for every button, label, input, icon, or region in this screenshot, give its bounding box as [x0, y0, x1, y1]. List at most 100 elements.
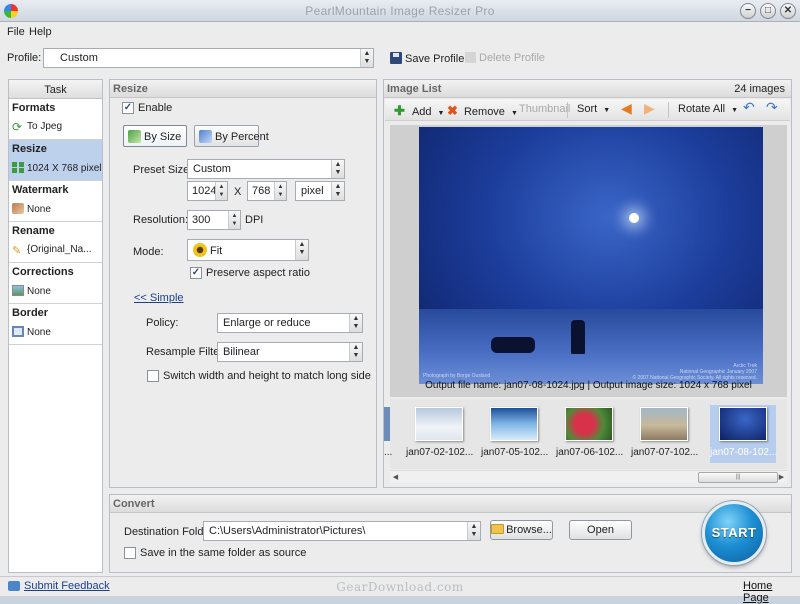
move-right-arrow-icon[interactable]: ▶: [644, 100, 655, 117]
height-spinner[interactable]: 768 ▲ ▼: [247, 181, 287, 201]
enable-checkbox[interactable]: ✓: [122, 102, 134, 114]
task-value-wrap: None: [12, 203, 51, 215]
home-page-link[interactable]: Home Page: [743, 580, 800, 604]
add-label: Add: [411, 106, 432, 118]
rotate-all-label: Rotate All: [678, 103, 726, 115]
image-list-title: Image List: [387, 83, 442, 95]
dropdown-arrow-icon: ▼: [603, 107, 611, 114]
thumbnail-partial[interactable]: ...: [384, 405, 396, 463]
window-title: PearlMountain Image Resizer Pro: [305, 4, 495, 18]
resample-filter-select[interactable]: Bilinear ▲ ▼: [217, 342, 363, 362]
thumbnail-caption: jan07-07-102...: [631, 447, 699, 458]
profile-value: Custom: [60, 52, 98, 64]
resolution-value: 300: [192, 214, 211, 226]
preset-size-value: Custom: [193, 163, 231, 175]
spinner-arrows-icon: ▲ ▼: [215, 182, 227, 200]
chevron-updown-icon: ▲ ▼: [349, 343, 362, 361]
thumbnail-strip: ... jan07-02-102... jan07-05-102... jan0…: [384, 399, 787, 469]
thumbnail-scrollbar[interactable]: ◀ ||| ▶: [390, 470, 787, 483]
delete-profile-label: Delete Profile: [479, 52, 546, 64]
close-button[interactable]: ✕: [780, 3, 796, 19]
scroll-thumb[interactable]: |||: [698, 472, 778, 483]
task-item-corrections[interactable]: Corrections None: [9, 263, 102, 304]
preserve-aspect-checkbox[interactable]: ✓: [190, 267, 202, 279]
dropdown-arrow-icon: ▼: [510, 110, 518, 117]
task-header: Task: [9, 80, 102, 99]
toolbar-separator: [668, 102, 669, 118]
toolbar-separator: [567, 102, 568, 118]
start-button[interactable]: START: [702, 501, 766, 565]
scroll-left-icon[interactable]: ◀: [390, 472, 401, 483]
spinner-arrows-icon: ▲ ▼: [274, 182, 286, 200]
same-folder-checkbox[interactable]: [124, 547, 136, 559]
width-spinner[interactable]: 1024 ▲ ▼: [187, 181, 228, 201]
task-item-formats[interactable]: Formats ⟳ To Jpeg: [9, 99, 102, 140]
delete-profile-button[interactable]: Delete Profile: [465, 52, 545, 64]
image-preview: Photograph by Borge Ousland Arctic Trek …: [390, 125, 787, 397]
open-button[interactable]: Open: [569, 520, 632, 540]
save-profile-button[interactable]: Save Profile: [390, 52, 464, 65]
menu-bar: File Help: [0, 23, 800, 41]
thumbnail-image: [565, 407, 613, 441]
add-button[interactable]: ✚ Add ▼: [394, 103, 444, 119]
sort-button[interactable]: Sort ▼: [577, 103, 610, 115]
move-left-arrow-icon[interactable]: ◀: [621, 100, 632, 117]
convert-icon: ⟳: [12, 120, 23, 134]
mode-select[interactable]: Fit ▲ ▼: [187, 239, 309, 261]
preset-size-select[interactable]: Custom ▲ ▼: [187, 159, 345, 179]
remove-button[interactable]: ✖ Remove ▼: [447, 103, 518, 119]
task-value-wrap: ⟳ To Jpeg: [12, 121, 62, 133]
preview-photo: Photograph by Borge Ousland Arctic Trek …: [419, 127, 763, 384]
task-item-watermark[interactable]: Watermark None: [9, 181, 102, 222]
thumbnail-item[interactable]: jan07-07-102...: [631, 405, 699, 463]
profile-row: Profile: Custom ▲ ▼ Save Profile Delete P…: [0, 44, 800, 72]
thumbnail-item-selected[interactable]: jan07-08-102...: [710, 405, 777, 463]
task-value: None: [27, 286, 51, 297]
enable-label: Enable: [138, 102, 173, 114]
thumbnail-item[interactable]: jan07-06-102...: [556, 405, 623, 463]
task-title: Resize: [12, 143, 47, 155]
thumbnail-button[interactable]: Thumbnail: [519, 103, 570, 115]
rotate-left-icon[interactable]: ↶: [743, 99, 755, 116]
image-count: 24 images: [734, 83, 785, 95]
task-item-rename[interactable]: Rename ✎ {Original_Na...: [9, 222, 102, 263]
rotate-right-icon[interactable]: ↷: [766, 99, 778, 116]
dropdown-arrow-icon: ▼: [437, 110, 445, 117]
task-value: None: [27, 204, 51, 215]
destination-folder-select[interactable]: C:\Users\Administrator\Pictures\ ▲ ▼: [203, 521, 481, 541]
task-title: Border: [12, 307, 49, 319]
policy-select[interactable]: Enlarge or reduce ▲ ▼: [217, 313, 363, 333]
minimize-button[interactable]: −: [740, 3, 756, 19]
thumbnail-item[interactable]: jan07-05-102...: [481, 405, 548, 463]
policy-value: Enlarge or reduce: [223, 317, 311, 329]
output-info: Output file name: jan07-08-1024.jpg | Ou…: [425, 380, 752, 391]
task-item-border[interactable]: Border None: [9, 304, 102, 345]
pencil-icon: ✎: [12, 245, 22, 257]
scroll-right-icon[interactable]: ▶: [776, 472, 787, 483]
by-size-button[interactable]: By Size: [123, 125, 187, 147]
remove-label: Remove: [463, 106, 505, 118]
profile-label: Profile:: [7, 52, 42, 64]
grid-icon: [12, 162, 24, 173]
rotate-all-button[interactable]: Rotate All ▼: [678, 103, 738, 115]
task-title: Watermark: [12, 184, 69, 196]
by-percent-button[interactable]: By Percent: [194, 125, 269, 147]
thumbnail-item[interactable]: jan07-02-102...: [406, 405, 473, 463]
dropdown-arrow-icon: ▼: [731, 107, 739, 114]
simple-mode-link[interactable]: << Simple: [134, 292, 184, 304]
task-value-wrap: ✎ {Original_Na...: [12, 244, 91, 257]
task-item-resize[interactable]: Resize 1024 X 768 pixel: [9, 140, 102, 181]
thumbnail-image: [490, 407, 538, 441]
chevron-updown-icon: ▲ ▼: [360, 49, 373, 67]
profile-select[interactable]: Custom ▲ ▼: [43, 48, 374, 68]
browse-button[interactable]: Browse...: [490, 520, 553, 540]
switch-dimensions-checkbox[interactable]: [147, 370, 159, 382]
unit-select[interactable]: pixel ▲ ▼: [295, 181, 345, 201]
save-disk-icon: [390, 52, 402, 64]
resolution-spinner[interactable]: 300 ▲ ▼: [187, 210, 241, 230]
maximize-button[interactable]: □: [760, 3, 776, 19]
resolution-label: Resolution:: [133, 214, 189, 226]
menu-help[interactable]: Help: [29, 26, 52, 38]
menu-file[interactable]: File: [7, 26, 25, 38]
destination-folder-value: C:\Users\Administrator\Pictures\: [209, 525, 366, 537]
